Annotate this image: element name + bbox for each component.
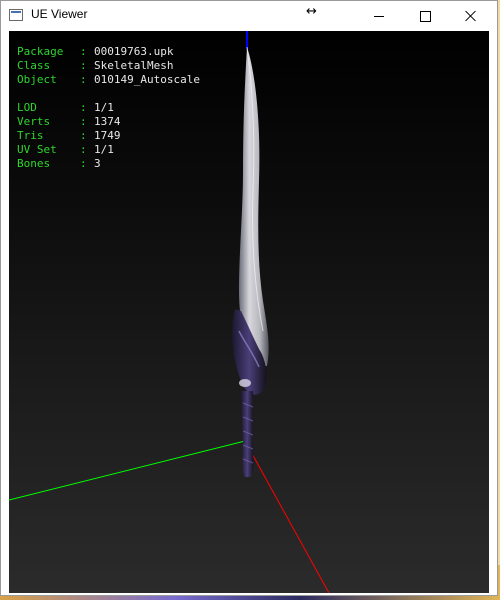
info-sep: : (80, 59, 87, 72)
window-title: UE Viewer (31, 7, 88, 21)
info-row-uvset: UV Set:1/1 (17, 143, 200, 157)
info-label-lod: LOD (17, 101, 37, 114)
minimize-icon (374, 15, 384, 17)
info-value-lod: 1/1 (94, 101, 114, 114)
info-row-package: Package:00019763.upk (17, 45, 200, 59)
info-row-lod: LOD:1/1 (17, 101, 200, 115)
info-label-class: Class (17, 59, 51, 72)
title-bar[interactable]: UE Viewer ↔ (1, 1, 497, 31)
info-value-uvset: 1/1 (94, 143, 114, 156)
resize-arrows-icon: ↔ (306, 4, 317, 19)
sword-pommel-gem (239, 379, 251, 387)
app-icon (9, 9, 23, 21)
info-sep: : (80, 115, 87, 128)
info-value-bones: 3 (94, 157, 101, 170)
maximize-icon (419, 10, 431, 22)
info-sep: : (80, 73, 87, 86)
info-value-object: 010149_Autoscale (94, 73, 200, 86)
minimize-button[interactable] (356, 1, 402, 31)
maximize-button[interactable] (402, 1, 448, 31)
info-row-bones: Bones:3 (17, 157, 200, 171)
info-label-package: Package (17, 45, 64, 58)
info-sep: : (80, 157, 87, 170)
info-sep: : (80, 101, 87, 114)
info-row-verts: Verts:1374 (17, 115, 200, 129)
info-value-package: 00019763.upk (94, 45, 174, 58)
info-value-class: SkeletalMesh (94, 59, 174, 72)
3d-viewport[interactable]: Package:00019763.upk Class: SkeletalMesh … (9, 31, 489, 593)
close-button[interactable] (448, 1, 494, 31)
info-sep: : (80, 129, 87, 142)
info-value-verts: 1374 (94, 115, 121, 128)
info-sep: : (80, 45, 87, 58)
info-value-tris: 1749 (94, 129, 121, 142)
mesh-info-panel: Package:00019763.upk Class: SkeletalMesh … (17, 45, 200, 171)
info-row-class: Class: SkeletalMesh (17, 59, 200, 73)
info-label-bones: Bones (17, 157, 51, 170)
app-window: UE Viewer ↔ Package: 00019763.upk Class… (0, 0, 498, 596)
info-label-verts: Verts (17, 115, 51, 128)
axis-y-line (9, 440, 246, 501)
info-sep: : (80, 143, 87, 156)
info-label-object: Object (17, 73, 57, 86)
close-icon (465, 10, 477, 22)
info-label-tris: Tris (17, 129, 44, 142)
info-label-uvset: UV Set (17, 143, 57, 156)
info-row-object: Object:010149_Autoscale (17, 73, 200, 87)
axis-x-line (244, 440, 330, 593)
info-row-tris: Tris:1749 (17, 129, 200, 143)
